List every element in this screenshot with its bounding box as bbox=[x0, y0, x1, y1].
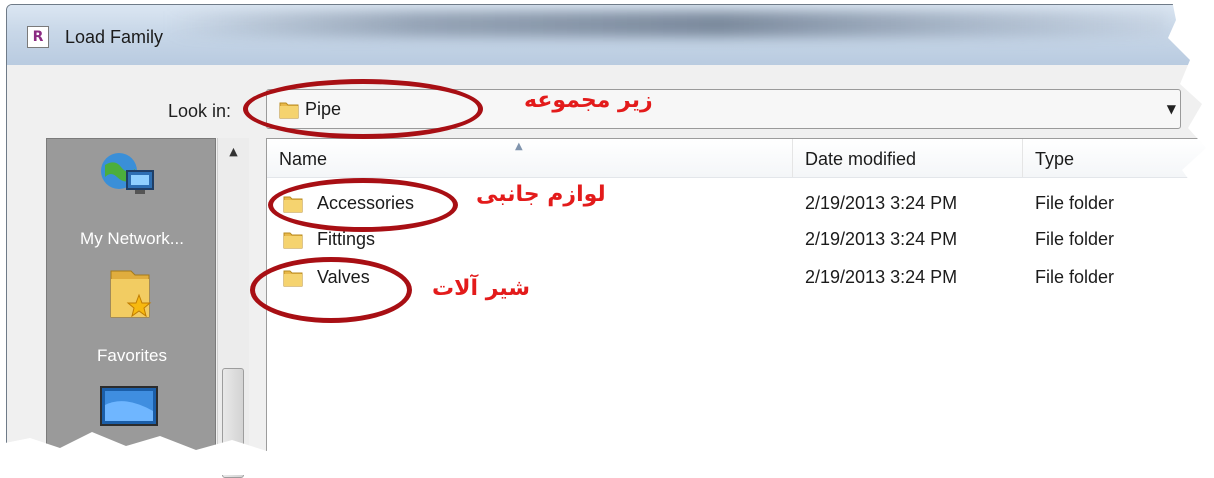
scroll-thumb[interactable] bbox=[222, 368, 244, 478]
place-desktop[interactable] bbox=[47, 375, 217, 475]
title-bar[interactable]: R Load Family bbox=[7, 5, 1213, 65]
favorites-folder-icon bbox=[110, 270, 152, 318]
file-type: File folder bbox=[1035, 193, 1115, 213]
column-header-date[interactable]: Date modified bbox=[793, 139, 1023, 177]
sort-ascending-icon: ▲ bbox=[515, 141, 523, 152]
desktop-monitor-icon bbox=[100, 386, 158, 426]
annotation-ellipse-valves bbox=[250, 257, 412, 323]
look-in-label: Look in: bbox=[168, 101, 232, 121]
column-header-type[interactable]: Type bbox=[1023, 139, 1214, 177]
column-header-name[interactable]: Name bbox=[267, 139, 793, 177]
places-bar: My Network... Favorites bbox=[46, 138, 216, 475]
place-label-favorites: Favorites bbox=[97, 346, 167, 365]
file-date: 2/19/2013 3:24 PM bbox=[805, 267, 958, 287]
file-row-fittings[interactable]: Fittings 2/19/2013 3:24 PM File folder bbox=[267, 225, 1213, 253]
revit-app-icon: R bbox=[27, 26, 49, 48]
chevron-down-icon[interactable]: ▼ bbox=[1167, 102, 1176, 116]
place-favorites[interactable]: Favorites bbox=[47, 265, 217, 375]
annotation-ellipse-accessories bbox=[268, 178, 458, 232]
annotation-valves: شیر آلات bbox=[432, 276, 530, 301]
places-scrollbar[interactable]: ▲ bbox=[217, 138, 249, 478]
window-title: Load Family bbox=[65, 27, 164, 47]
scroll-up-arrow-icon[interactable]: ▲ bbox=[218, 138, 249, 166]
place-label-my-network: My Network... bbox=[80, 229, 184, 248]
network-globe-icon bbox=[101, 153, 154, 194]
annotation-accessories: لوازم جانبی bbox=[476, 182, 606, 207]
annotation-subfolder: زیر مجموعه bbox=[524, 88, 653, 113]
file-type: File folder bbox=[1035, 267, 1115, 287]
folder-icon bbox=[283, 232, 303, 249]
file-type: File folder bbox=[1035, 229, 1115, 249]
file-date: 2/19/2013 3:24 PM bbox=[805, 229, 958, 249]
file-date: 2/19/2013 3:24 PM bbox=[805, 193, 958, 213]
annotation-ellipse-look-in bbox=[243, 79, 483, 139]
column-header-row: Name ▲ Date modified Type bbox=[267, 139, 1213, 178]
place-my-network[interactable]: My Network... bbox=[47, 139, 217, 264]
